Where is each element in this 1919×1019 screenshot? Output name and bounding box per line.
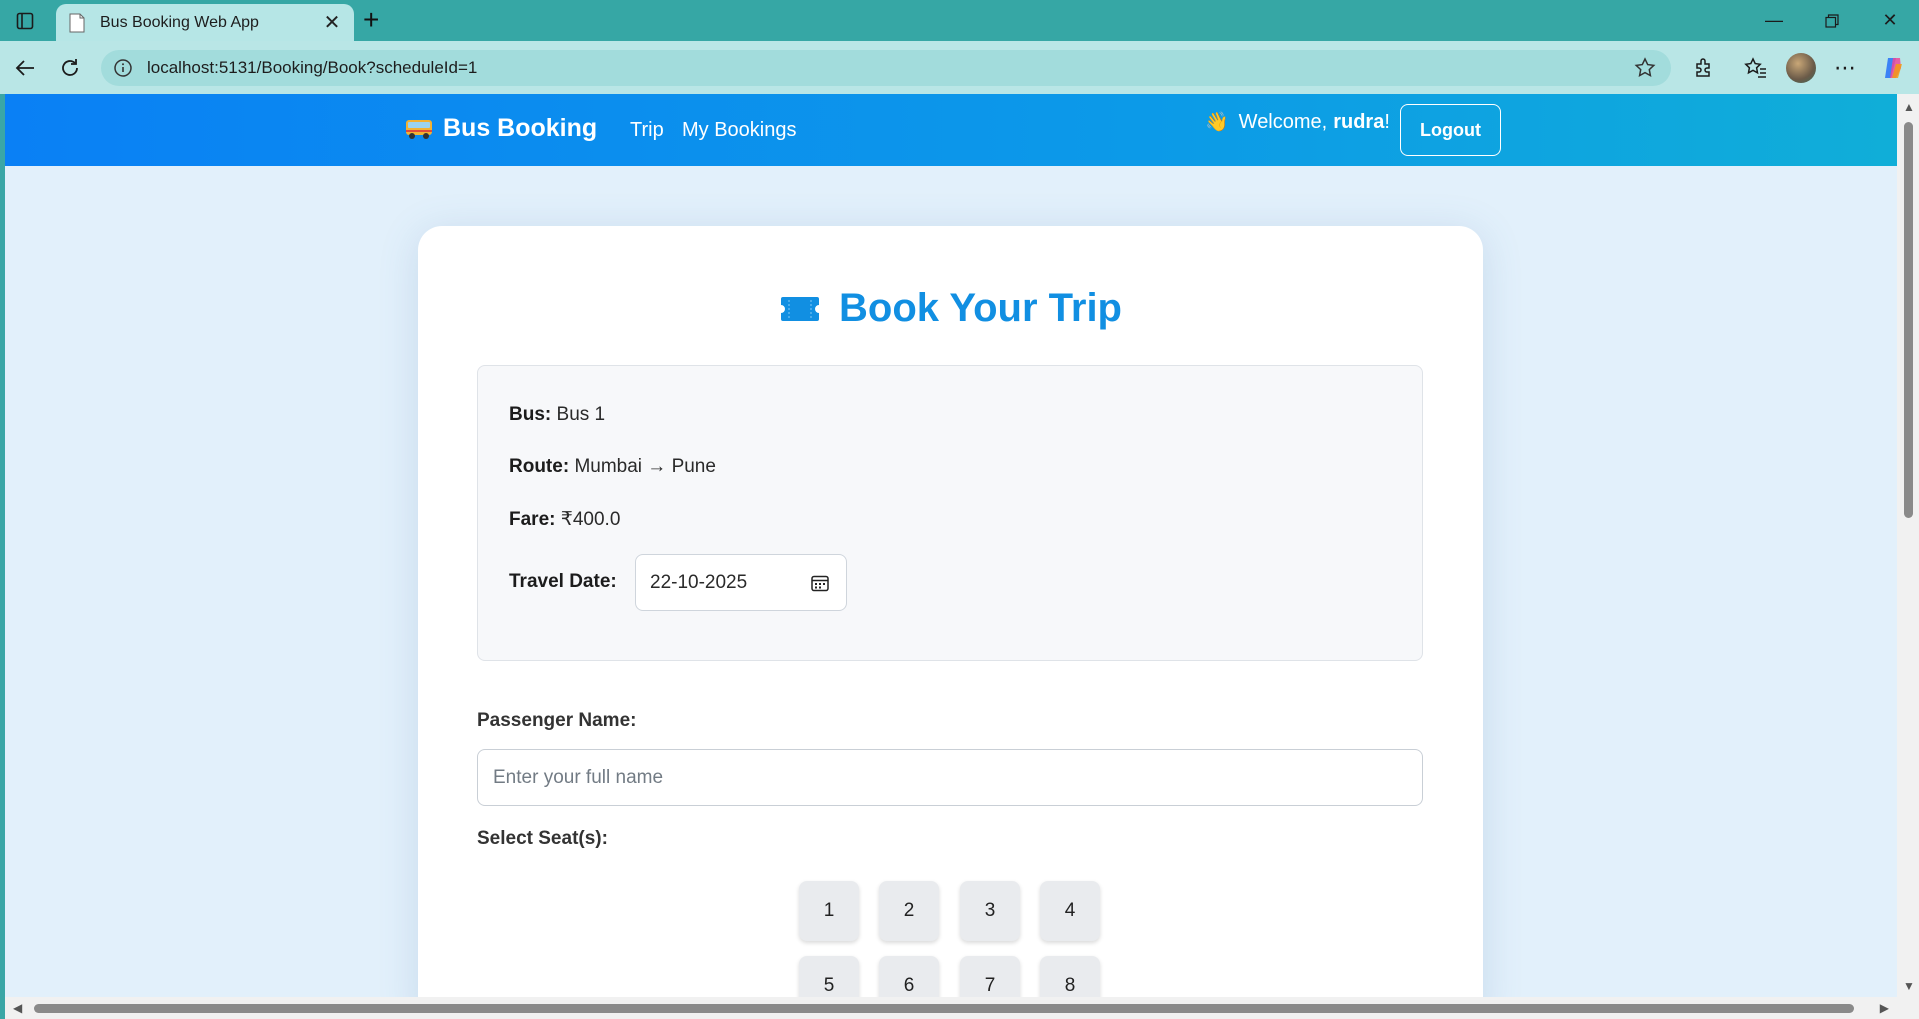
page-viewport: Bus Booking Trip My Bookings 👋 Welcome, … <box>5 94 1897 997</box>
close-tab-icon[interactable]: ✕ <box>322 10 342 35</box>
bus-icon <box>406 119 432 139</box>
fare-value: ₹400.0 <box>560 509 621 530</box>
vertical-scroll-thumb[interactable] <box>1904 122 1913 518</box>
vertical-scrollbar[interactable]: ▲ ▼ <box>1897 94 1919 997</box>
favorite-star-icon[interactable] <box>1633 56 1657 80</box>
scrollbar-corner <box>1897 997 1919 1019</box>
profile-avatar-icon[interactable] <box>1786 53 1816 83</box>
bus-row: Bus: Bus 1 <box>509 404 605 426</box>
back-arrow-icon[interactable] <box>10 53 40 83</box>
username: rudra <box>1333 110 1385 133</box>
url-text[interactable]: localhost:5131/Booking/Book?scheduleId=1 <box>147 58 1633 78</box>
horizontal-scroll-thumb[interactable] <box>34 1004 1854 1013</box>
seat-button-3[interactable]: 3 <box>960 881 1020 941</box>
scroll-down-icon[interactable]: ▼ <box>1903 979 1915 993</box>
seat-button-7[interactable]: 7 <box>960 956 1020 997</box>
logout-button[interactable]: Logout <box>1400 104 1501 156</box>
passenger-name-label: Passenger Name: <box>477 710 637 731</box>
extensions-icon[interactable] <box>1691 55 1717 81</box>
select-seats-label: Select Seat(s): <box>477 828 608 849</box>
site-navbar: Bus Booking Trip My Bookings 👋 Welcome, … <box>5 94 1897 166</box>
brand-link[interactable]: Bus Booking <box>405 114 597 143</box>
nav-link-trip[interactable]: Trip <box>630 119 664 142</box>
calendar-icon[interactable] <box>810 573 830 593</box>
route-label: Route: <box>509 456 570 477</box>
scroll-right-icon[interactable]: ▶ <box>1880 1001 1889 1015</box>
welcome-prefix: Welcome, <box>1238 110 1328 133</box>
trip-details-box: Bus: Bus 1 Route: Mumbai → Pune Fare: ₹4… <box>477 365 1423 661</box>
travel-date-label: Travel Date: <box>509 571 617 592</box>
restore-icon[interactable] <box>1803 0 1861 41</box>
close-window-icon[interactable]: ✕ <box>1861 0 1919 41</box>
travel-date-value: 22-10-2025 <box>650 571 748 593</box>
route-value: Mumbai → Pune <box>574 456 716 477</box>
favorites-icon[interactable] <box>1742 55 1768 81</box>
sidebar-toggle-icon[interactable] <box>12 8 38 34</box>
scroll-up-icon[interactable]: ▲ <box>1903 100 1915 114</box>
seat-button-4[interactable]: 4 <box>1040 881 1100 941</box>
page-favicon-icon <box>69 13 85 32</box>
travel-date-input[interactable]: 22-10-2025 <box>635 554 847 611</box>
new-tab-icon[interactable]: + <box>363 6 379 34</box>
welcome-message: 👋 Welcome, rudra ! <box>1205 110 1390 134</box>
page-title: Book Your Trip <box>418 286 1483 331</box>
ticket-icon <box>781 296 819 321</box>
brand-text: Bus Booking <box>443 114 598 142</box>
nav-link-my-bookings[interactable]: My Bookings <box>682 119 797 142</box>
copilot-icon[interactable] <box>1880 55 1906 81</box>
horizontal-scrollbar[interactable]: ◀ ▶ <box>5 997 1897 1019</box>
browser-tab-active[interactable]: Bus Booking Web App ✕ <box>56 4 354 41</box>
browser-tabbar: Bus Booking Web App ✕ + — ✕ <box>0 0 1919 41</box>
browser-toolbar: localhost:5131/Booking/Book?scheduleId=1… <box>0 41 1919 94</box>
passenger-name-input[interactable] <box>477 749 1423 806</box>
waving-hand-icon: 👋 <box>1205 112 1229 133</box>
address-bar[interactable]: localhost:5131/Booking/Book?scheduleId=1 <box>101 50 1671 86</box>
refresh-icon[interactable] <box>55 53 85 83</box>
tab-title: Bus Booking Web App <box>100 13 259 31</box>
seat-button-2[interactable]: 2 <box>879 881 939 941</box>
booking-card: Book Your Trip Bus: Bus 1 Route: Mumbai … <box>418 226 1483 997</box>
fare-label: Fare: <box>509 509 556 530</box>
minimize-icon[interactable]: — <box>1745 0 1803 41</box>
scroll-left-icon[interactable]: ◀ <box>13 1001 22 1015</box>
fare-row: Fare: ₹400.0 <box>509 508 620 531</box>
seat-button-8[interactable]: 8 <box>1040 956 1100 997</box>
welcome-suffix: ! <box>1384 110 1390 133</box>
bus-value: Bus 1 <box>556 404 606 425</box>
page-title-text: Book Your Trip <box>839 286 1122 330</box>
site-info-icon[interactable] <box>113 58 133 78</box>
window-controls: — ✕ <box>1745 0 1919 41</box>
route-row: Route: Mumbai → Pune <box>509 456 716 478</box>
more-options-icon[interactable]: ⋯ <box>1832 55 1858 81</box>
seat-button-5[interactable]: 5 <box>799 956 859 997</box>
bus-label: Bus: <box>509 404 552 425</box>
seat-button-1[interactable]: 1 <box>799 881 859 941</box>
seat-button-6[interactable]: 6 <box>879 956 939 997</box>
